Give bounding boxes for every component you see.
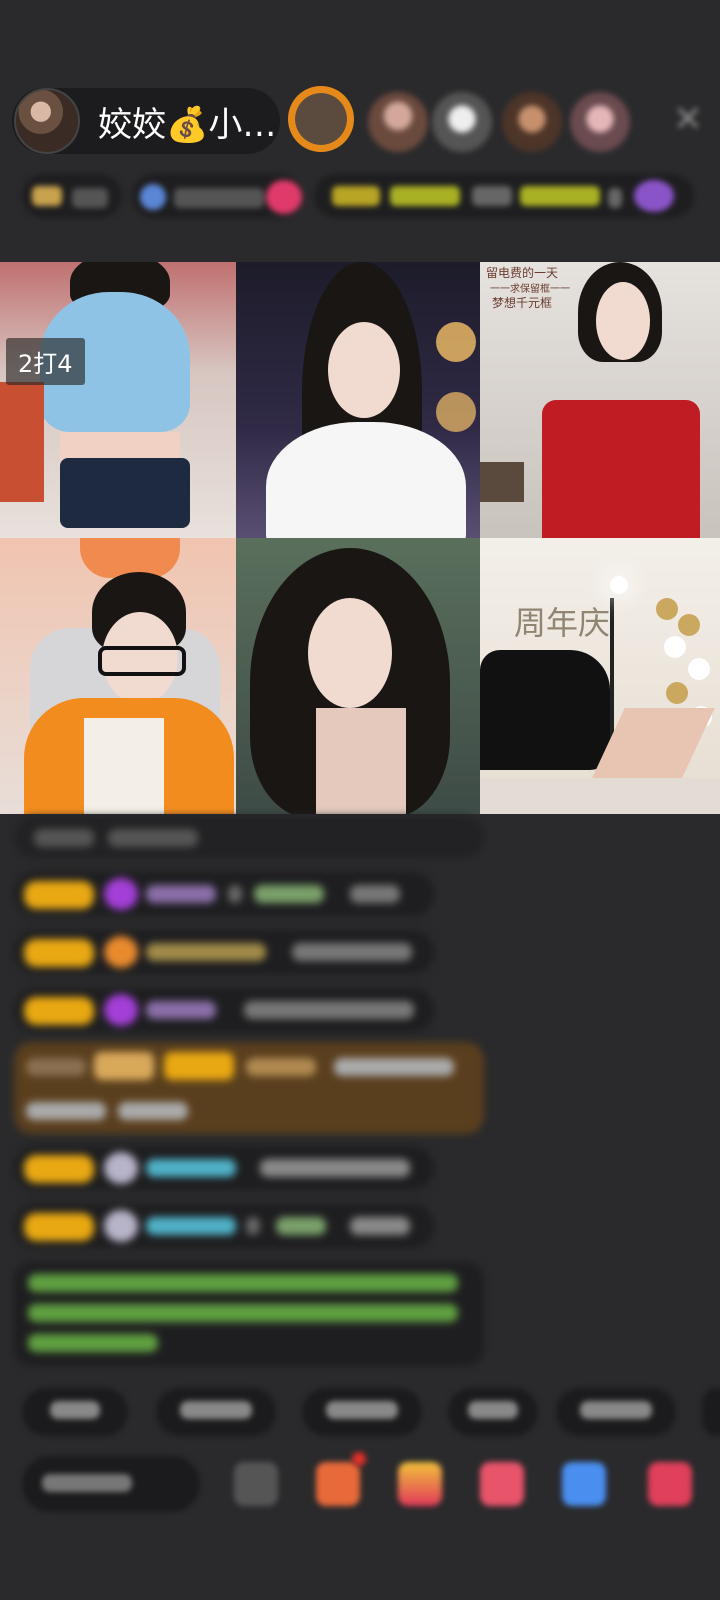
video-tile-1[interactable]: 2打4: [0, 262, 236, 538]
glasses-graphic: [98, 646, 186, 676]
host-info-pill[interactable]: 姣姣💰小…: [12, 88, 280, 154]
quick-chip-6[interactable]: [702, 1388, 720, 1436]
host-avatar[interactable]: [14, 88, 80, 154]
rank-pill[interactable]: [22, 174, 122, 218]
quick-chip-4[interactable]: [448, 1388, 538, 1436]
quick-chip-2[interactable]: [156, 1388, 276, 1436]
activity-pill[interactable]: [314, 174, 694, 218]
tile3-caption-mid: 一一求保留框一一: [490, 284, 570, 295]
chat-notice-message: [14, 1262, 484, 1366]
viewer-avatar-1[interactable]: [288, 86, 354, 152]
close-icon[interactable]: ✕: [668, 100, 708, 140]
video-tile-3[interactable]: 留电费的一天 一一求保留框一一 梦想千元框: [480, 262, 720, 538]
match-badge: 2打4: [6, 338, 85, 385]
tile3-caption-top: 留电费的一天: [486, 266, 559, 280]
share-icon[interactable]: [562, 1462, 606, 1506]
chat-system-line: [14, 816, 484, 858]
chat-highlight-message[interactable]: [14, 1042, 484, 1134]
status-row: [0, 174, 720, 222]
chat-message-2[interactable]: [14, 930, 434, 974]
quick-chip-1[interactable]: [22, 1388, 128, 1436]
chat-message-5[interactable]: [14, 1204, 434, 1248]
gift-box-icon[interactable]: [316, 1462, 360, 1506]
chat-message-4[interactable]: [14, 1146, 434, 1190]
quick-chip-5[interactable]: [556, 1388, 676, 1436]
chat-message-1[interactable]: [14, 872, 434, 916]
viewer-avatar-4[interactable]: [502, 92, 562, 152]
fullscreen-icon[interactable]: [234, 1462, 278, 1506]
tile6-caption: 周年庆: [514, 604, 611, 642]
viewer-avatar-3[interactable]: [432, 92, 492, 152]
video-tile-2[interactable]: [236, 262, 480, 538]
more-icon[interactable]: [648, 1462, 692, 1506]
tile3-caption-bot: 梦想千元框: [492, 296, 553, 310]
comment-input[interactable]: [22, 1456, 200, 1512]
video-tile-5[interactable]: [236, 538, 480, 814]
viewer-avatar-5[interactable]: [570, 92, 630, 152]
chat-message-3[interactable]: [14, 988, 434, 1032]
host-name: 姣姣💰小…: [98, 104, 277, 145]
gift-icon[interactable]: [398, 1462, 442, 1506]
video-tile-6[interactable]: 周年庆: [480, 538, 720, 814]
lamp-graphic: [610, 576, 628, 594]
video-grid: 2打4 留电费的一天 一一求保留框一一 梦想千元框 周年庆: [0, 262, 720, 814]
notification-dot: [352, 1452, 366, 1466]
popularity-pill[interactable]: [132, 174, 302, 218]
viewer-avatar-2[interactable]: [368, 92, 428, 152]
chat-bubble-icon[interactable]: [480, 1462, 524, 1506]
quick-chip-3[interactable]: [302, 1388, 422, 1436]
video-tile-4[interactable]: [0, 538, 236, 814]
